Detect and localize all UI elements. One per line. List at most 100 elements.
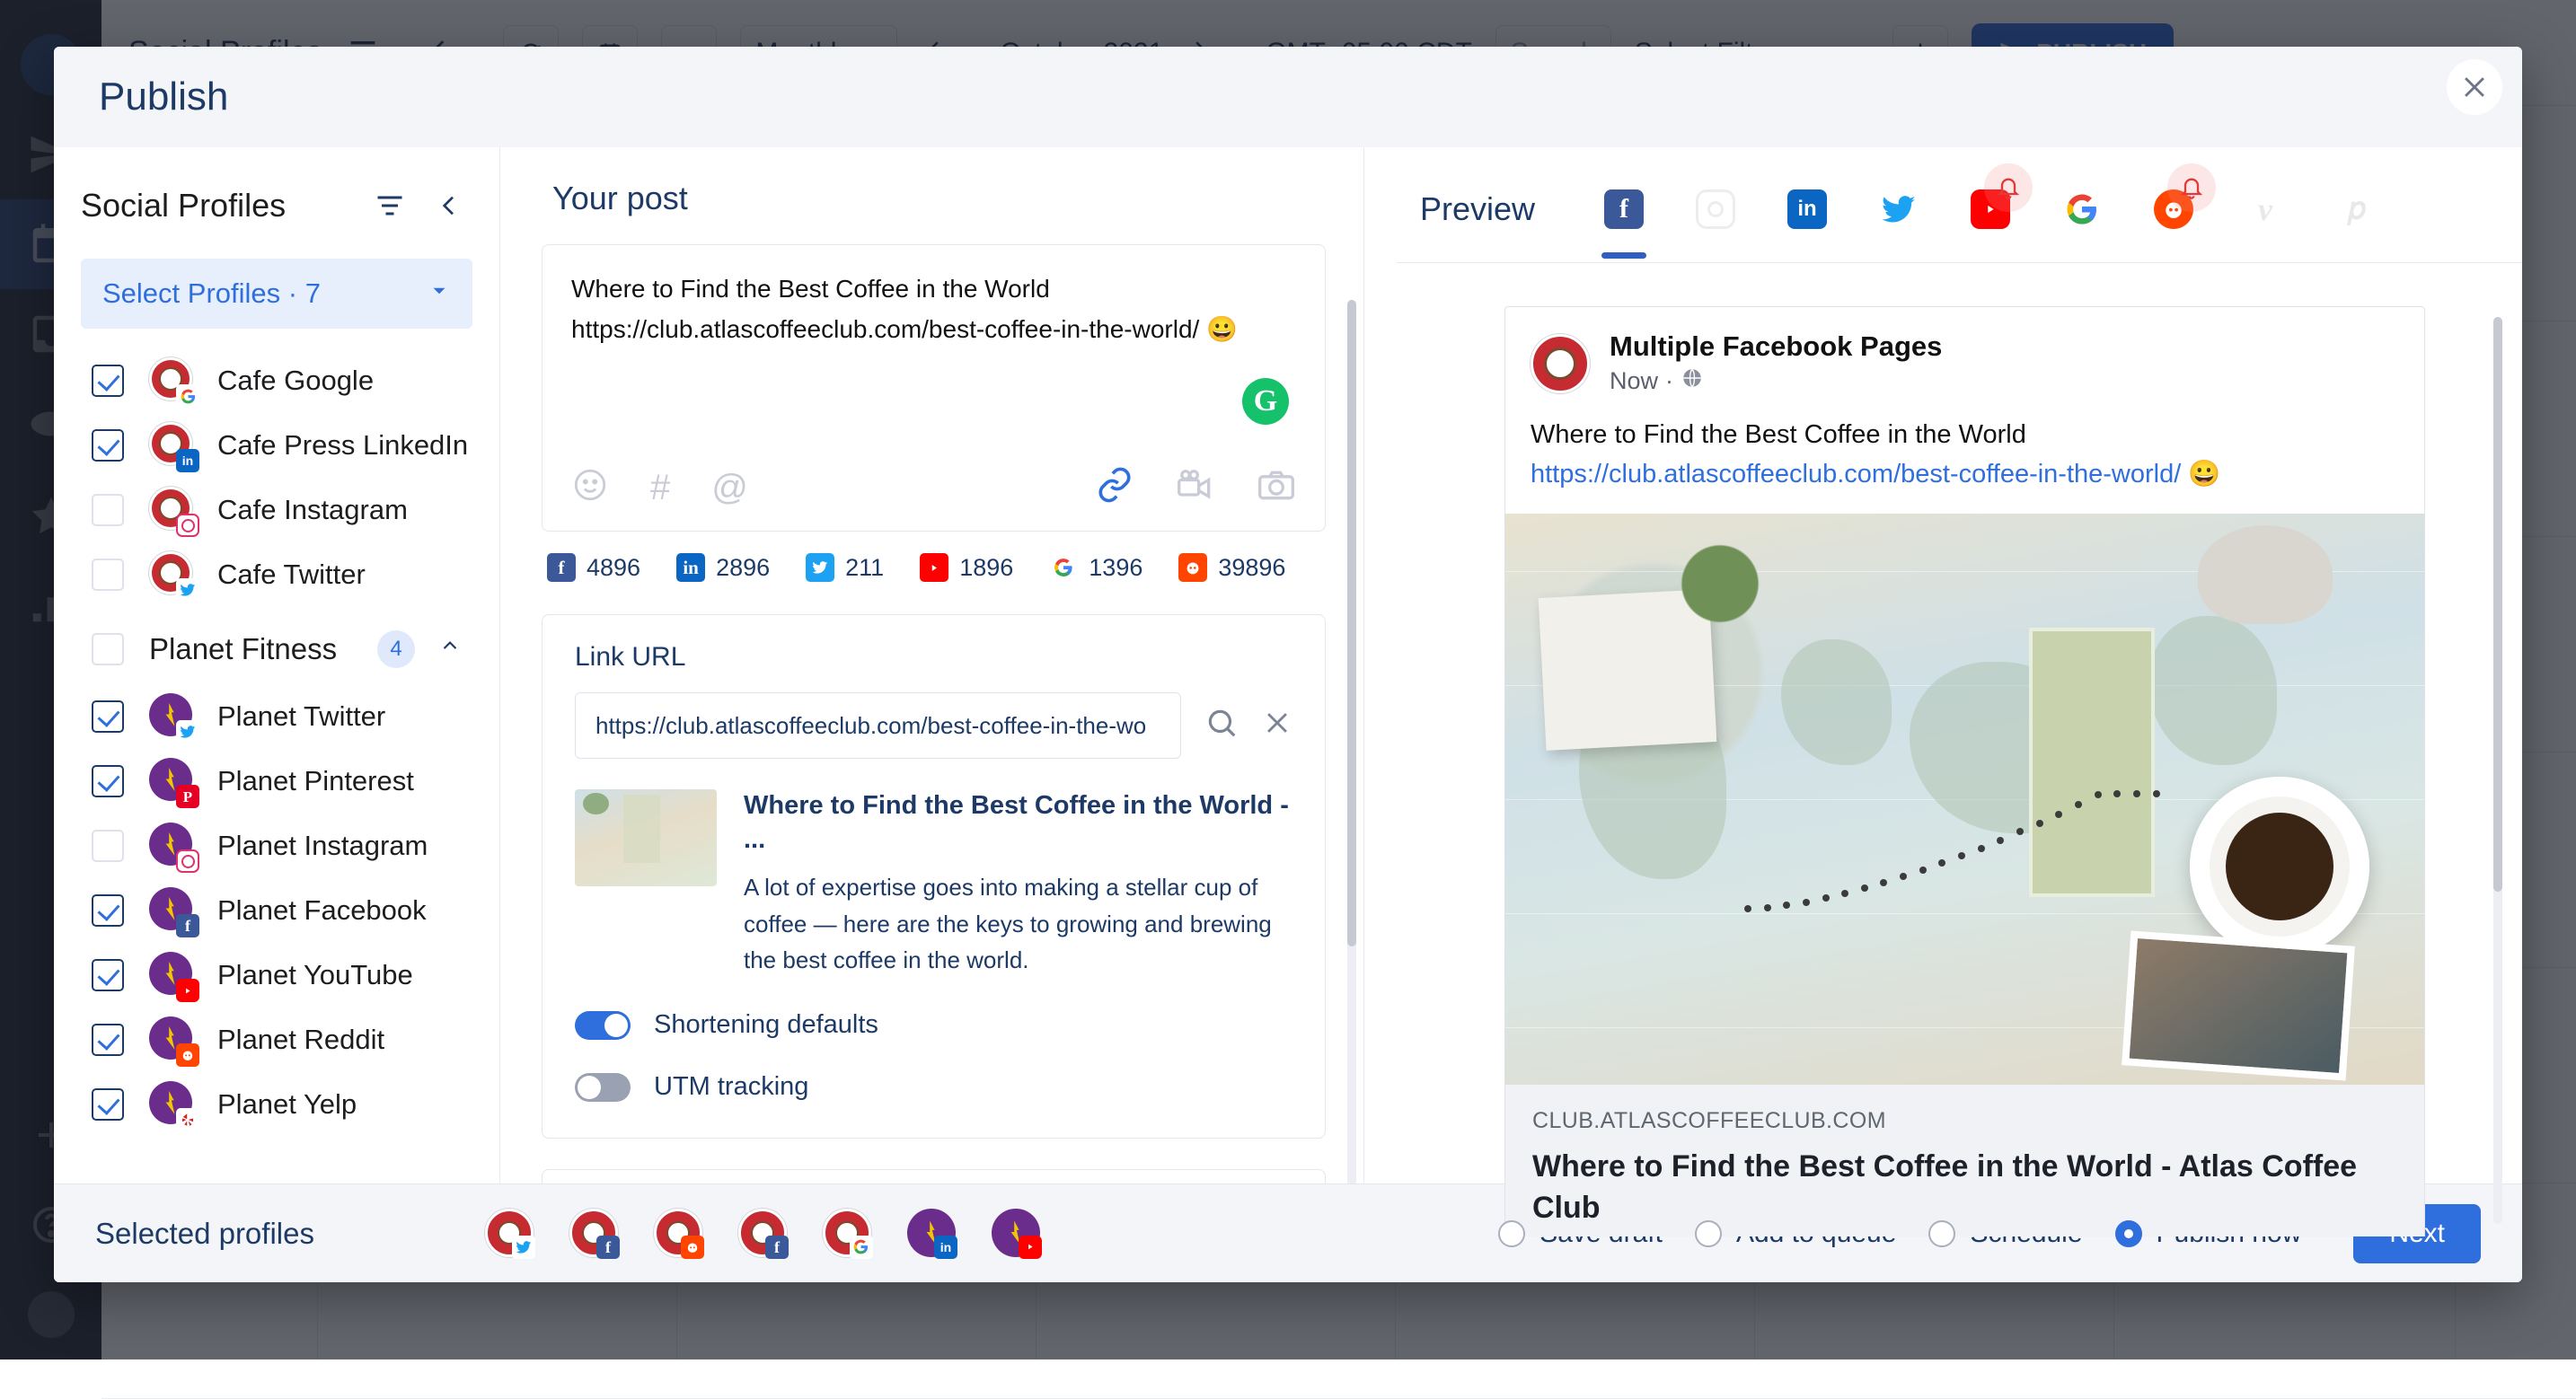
count-value: 2896: [716, 554, 770, 582]
selected-profile-avatar[interactable]: [629, 1209, 679, 1259]
preview-header: Preview f in v𝑝: [1397, 147, 2522, 251]
radio-button[interactable]: [1695, 1220, 1722, 1247]
composer-line-2: https://club.atlascoffeeclub.com/best-co…: [571, 309, 1296, 349]
twitter-icon: [176, 720, 199, 743]
preview-tab-google[interactable]: [2052, 174, 2112, 244]
selected-profile-avatar[interactable]: [460, 1209, 510, 1259]
post-composer[interactable]: Where to Find the Best Coffee in the Wor…: [542, 244, 1326, 532]
avatar: [654, 1209, 701, 1255]
preview-scrollbar[interactable]: [2493, 317, 2502, 1224]
count-value: 1896: [959, 554, 1013, 582]
profile-row[interactable]: PPlanet Pinterest: [54, 749, 499, 814]
selected-profile-avatar[interactable]: f: [713, 1209, 763, 1259]
preview-tab-reddit[interactable]: [2144, 174, 2203, 244]
profile-row[interactable]: Cafe Instagram: [54, 478, 499, 542]
profile-row[interactable]: Cafe Twitter: [54, 542, 499, 607]
chevron-up-icon[interactable]: [438, 635, 462, 664]
avatar: in: [907, 1209, 954, 1255]
count-youtube: 1896: [920, 553, 1013, 582]
facebook-post-link[interactable]: https://club.atlascoffeeclub.com/best-co…: [1531, 455, 2399, 495]
link-icon[interactable]: [1095, 465, 1134, 511]
profile-row[interactable]: Cafe Google: [54, 348, 499, 413]
yelp-icon: [176, 1108, 199, 1131]
facebook-icon: f: [596, 1236, 620, 1259]
facebook-icon: f: [765, 1236, 789, 1259]
selected-profile-avatar[interactable]: in: [882, 1209, 932, 1259]
group-count-badge: 4: [377, 630, 415, 668]
post-panel-scroll-thumb[interactable]: [1347, 300, 1356, 946]
search-icon[interactable]: [1204, 706, 1239, 745]
facebook-link-attachment[interactable]: CLUB.ATLASCOFFEECLUB.COM Where to Find t…: [1505, 1085, 2424, 1236]
chevron-left-icon[interactable]: [435, 191, 463, 220]
radio-button[interactable]: [1498, 1220, 1525, 1247]
profile-name: Cafe Instagram: [217, 494, 408, 526]
profile-list: Cafe GoogleinCafe Press LinkedIn Cafe Ins…: [54, 348, 499, 1183]
profile-checkbox[interactable]: [92, 830, 124, 862]
twitter-icon: [806, 553, 834, 582]
facebook-post-image: [1505, 514, 2424, 1085]
preview-tab-vimeo[interactable]: v: [2236, 174, 2295, 244]
close-icon[interactable]: [2447, 59, 2502, 115]
preview-tab-twitter[interactable]: [1869, 174, 1928, 244]
selected-profile-avatar[interactable]: f: [544, 1209, 595, 1259]
profile-checkbox[interactable]: [92, 700, 124, 733]
utm-tracking-toggle[interactable]: [575, 1073, 631, 1102]
profile-name: Cafe Press LinkedIn: [217, 429, 468, 462]
preview-tab-linkedin[interactable]: in: [1778, 174, 1837, 244]
link-url-input[interactable]: [575, 692, 1181, 759]
profile-name: Planet Instagram: [217, 830, 428, 862]
profile-row[interactable]: Planet Twitter: [54, 684, 499, 749]
selected-profile-avatar[interactable]: [798, 1209, 848, 1259]
radio-button[interactable]: [1928, 1220, 1955, 1247]
profile-checkbox[interactable]: [92, 1024, 124, 1056]
avatar: f: [738, 1209, 785, 1255]
mention-icon[interactable]: @: [711, 470, 748, 506]
preview-heading: Preview: [1420, 190, 1535, 228]
emoji-icon[interactable]: [571, 466, 609, 510]
select-profiles-dropdown[interactable]: Select Profiles · 7: [81, 259, 472, 329]
profile-name: Cafe Twitter: [217, 559, 366, 591]
link-url-card: Link URL Where to Find the Best Coffee i…: [542, 614, 1326, 1139]
close-icon[interactable]: [1262, 708, 1292, 743]
avatar: [823, 1209, 869, 1255]
profile-row[interactable]: Planet Instagram: [54, 814, 499, 878]
avatar: [149, 952, 196, 999]
composer-text[interactable]: Where to Find the Best Coffee in the Wor…: [571, 268, 1296, 350]
shortening-defaults-toggle[interactable]: [575, 1011, 631, 1040]
profile-checkbox[interactable]: [92, 559, 124, 591]
select-labels-dropdown[interactable]: Select labels: [542, 1169, 1326, 1183]
camera-icon[interactable]: [1257, 465, 1296, 511]
utm-tracking-row: UTM tracking: [575, 1072, 1292, 1102]
profile-checkbox[interactable]: [92, 959, 124, 991]
preview-tab-instagram[interactable]: [1686, 174, 1745, 244]
social-profiles-panel: Social Profiles Select Profiles · 7 C: [54, 147, 500, 1183]
preview-scroll-thumb[interactable]: [2493, 317, 2502, 892]
post-panel-scrollbar[interactable]: [1347, 300, 1356, 1183]
profile-row[interactable]: Planet Yelp: [54, 1072, 499, 1137]
profile-checkbox[interactable]: [92, 494, 124, 526]
profile-checkbox[interactable]: [92, 765, 124, 797]
profile-row[interactable]: Planet YouTube: [54, 943, 499, 1007]
profile-row[interactable]: Planet Reddit: [54, 1007, 499, 1072]
preview-tab-youtube[interactable]: [1961, 174, 2020, 244]
video-icon[interactable]: [1176, 465, 1215, 511]
preview-tab-pinterest[interactable]: 𝑝: [2327, 174, 2386, 244]
twitter-icon: [512, 1236, 535, 1259]
profile-checkbox[interactable]: [92, 365, 124, 397]
grammarly-icon[interactable]: G: [1242, 378, 1289, 425]
radio-button[interactable]: [2115, 1220, 2142, 1247]
count-value: 211: [845, 554, 884, 582]
profile-checkbox[interactable]: [92, 894, 124, 927]
filter-icon[interactable]: [374, 189, 406, 222]
profile-row[interactable]: inCafe Press LinkedIn: [54, 413, 499, 478]
profile-checkbox[interactable]: [92, 429, 124, 462]
profile-checkbox[interactable]: [92, 1088, 124, 1121]
hashtag-icon[interactable]: #: [650, 470, 670, 506]
profile-group-planet-fitness[interactable]: Planet Fitness 4: [54, 614, 499, 684]
selected-profile-avatar[interactable]: [966, 1209, 1017, 1259]
profile-row[interactable]: fPlanet Facebook: [54, 878, 499, 943]
preview-tab-facebook[interactable]: f: [1594, 174, 1654, 244]
group-checkbox[interactable]: [92, 633, 124, 665]
facebook-post-header: Multiple Facebook Pages Now ·: [1505, 307, 2424, 401]
count-google: 1396: [1049, 553, 1142, 582]
